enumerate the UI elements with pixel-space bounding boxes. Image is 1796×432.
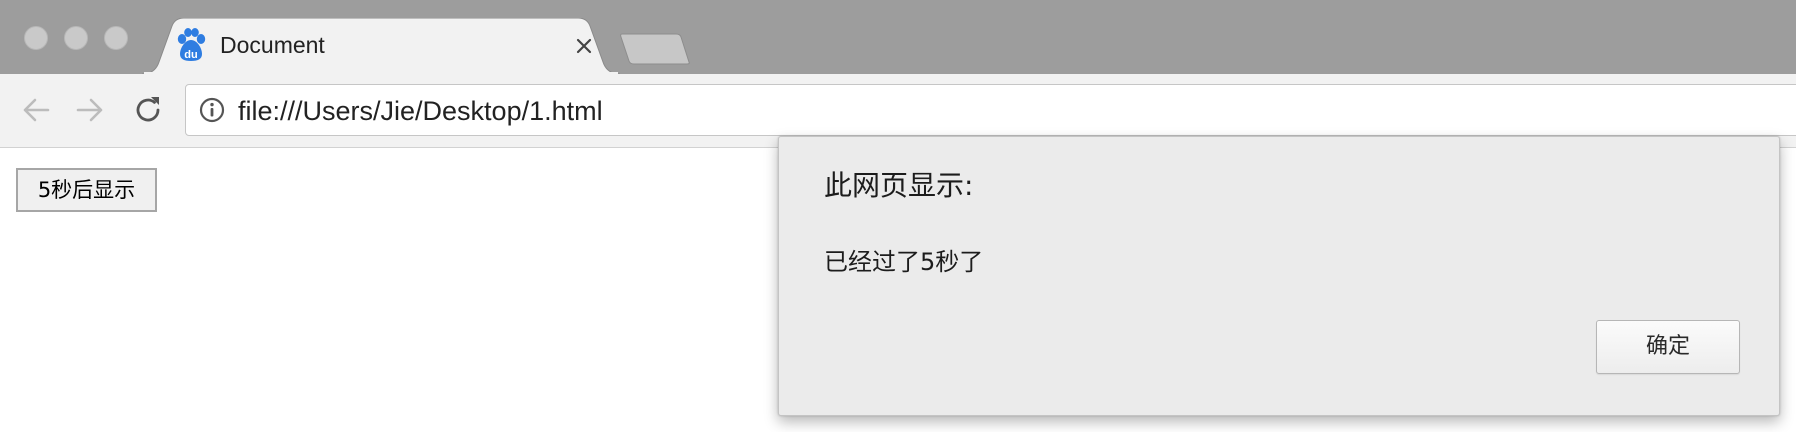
tab-title: Document xyxy=(220,32,325,58)
close-icon[interactable] xyxy=(572,34,596,58)
reload-icon[interactable] xyxy=(130,92,166,128)
svg-text:du: du xyxy=(184,49,197,61)
dialog-message: 已经过了5秒了 xyxy=(824,248,984,276)
info-icon[interactable] xyxy=(198,96,226,124)
window-close-button[interactable] xyxy=(24,26,48,50)
new-tab-button[interactable] xyxy=(618,32,692,66)
arrow-right-icon[interactable] xyxy=(72,92,108,128)
window-zoom-button[interactable] xyxy=(104,26,128,50)
dialog-title: 此网页显示: xyxy=(824,169,974,202)
arrow-left-icon[interactable] xyxy=(18,92,54,128)
tab-document[interactable] xyxy=(142,18,620,74)
show-after-5s-button[interactable]: 5秒后显示 xyxy=(16,168,157,212)
ok-button[interactable]: 确定 xyxy=(1596,320,1740,374)
baidu-paw-icon: du xyxy=(177,28,206,61)
window-minimize-button[interactable] xyxy=(64,26,88,50)
url-text[interactable]: file:///Users/Jie/Desktop/1.html xyxy=(238,94,603,128)
